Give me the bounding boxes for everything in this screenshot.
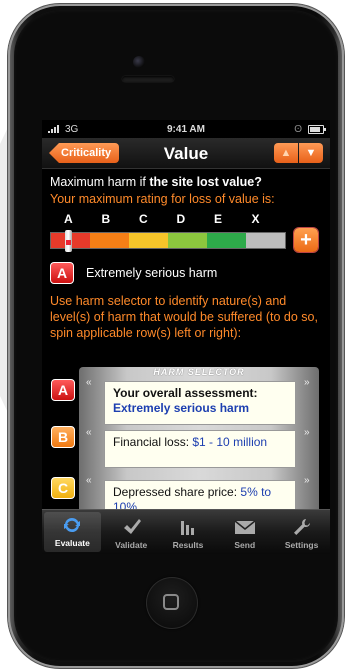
harm-row-financial-loss[interactable]: Financial loss: $1 - 10 million [104,430,296,468]
scale-letter: C [139,212,148,226]
scale-segment-x [246,232,285,248]
battery-icon [308,124,326,134]
scale-letters: A B C D E X [50,212,322,226]
rating-badge-a: A [50,262,74,284]
share-price-label: Depressed share price: [113,485,238,499]
selector-instructions: Use harm selector to identify nature(s) … [50,294,318,340]
tab-label: Results [172,540,204,550]
triangle-up-icon[interactable]: ▲ [274,143,298,163]
home-square-icon [163,594,179,610]
front-camera [133,56,145,68]
scale-letter: B [101,212,111,226]
question: Maximum harm if the site lost value? [50,175,322,190]
overall-assessment-value: Extremely serious harm [113,401,250,415]
chevron-right-icon[interactable]: » [304,377,310,388]
rating-prompt: Your maximum rating for loss of value is… [50,192,275,206]
overall-assessment-label: Your overall assessment: [113,386,258,400]
chevron-left-icon[interactable]: « [86,377,92,388]
scale-letter: E [214,212,223,226]
tab-results[interactable]: Results [160,510,217,554]
up-down-segment: ▲ ▼ [274,143,323,163]
scale-segment-e [207,232,246,248]
row-badge-c: C [51,477,75,499]
row-badge-a: A [51,379,75,401]
scale-letter: D [176,212,186,226]
tab-send[interactable]: Send [216,510,273,554]
tab-evaluate[interactable]: Evaluate [44,512,101,552]
scale-marker[interactable] [65,229,72,252]
wrench-icon [292,516,312,538]
scale-letter: A [64,212,73,226]
add-button[interactable]: + [294,228,318,252]
clock: 9:41 AM [167,123,205,135]
navigation-bar: Criticality Value ▲ ▼ [42,138,330,169]
scale-letter: X [251,212,260,226]
bar-chart-icon [178,516,198,538]
rating-scale-slider[interactable] [50,229,286,252]
scale-segment-c [129,232,168,248]
tab-label: Send [234,540,256,550]
tab-label: Evaluate [54,538,90,548]
scale-segment-b [90,232,129,248]
harm-row-overall[interactable]: Your overall assessment: Extremely serio… [104,381,296,425]
status-bar: 3G 9:41 AM ʘ [42,120,330,138]
envelope-icon [234,516,256,538]
harm-selector[interactable]: HARM SELECTOR A « » Your overall assessm… [42,367,330,537]
chevron-right-icon[interactable]: » [304,475,310,486]
question-prefix: Maximum harm if [50,175,146,189]
row-badge-b: B [51,426,75,448]
chevron-right-icon[interactable]: » [304,427,310,438]
selected-rating: A Extremely serious harm [50,262,322,284]
financial-loss-value: $1 - 10 million [192,435,268,449]
tab-settings[interactable]: Settings [273,510,330,554]
screen: 3G 9:41 AM ʘ Criticality Value ▲ ▼ Maxim… [42,120,330,554]
chevron-left-icon[interactable]: « [86,427,92,438]
tab-label: Validate [115,540,148,550]
chevron-left-icon[interactable]: « [86,475,92,486]
question-subject: the site lost value? [149,175,262,189]
tab-validate[interactable]: Validate [103,510,160,554]
earpiece-speaker [122,76,174,82]
rating-label: Extremely serious harm [86,266,218,280]
checkmark-icon [121,516,142,538]
tab-label: Settings [284,540,319,550]
tab-bar: Evaluate Validate Results Send Settings [42,509,330,554]
harm-selector-title: HARM SELECTOR [153,367,245,377]
scale-segment-d [168,232,207,248]
triangle-down-icon[interactable]: ▼ [299,143,323,163]
refresh-icon [62,514,82,536]
financial-loss-label: Financial loss: [113,435,190,449]
